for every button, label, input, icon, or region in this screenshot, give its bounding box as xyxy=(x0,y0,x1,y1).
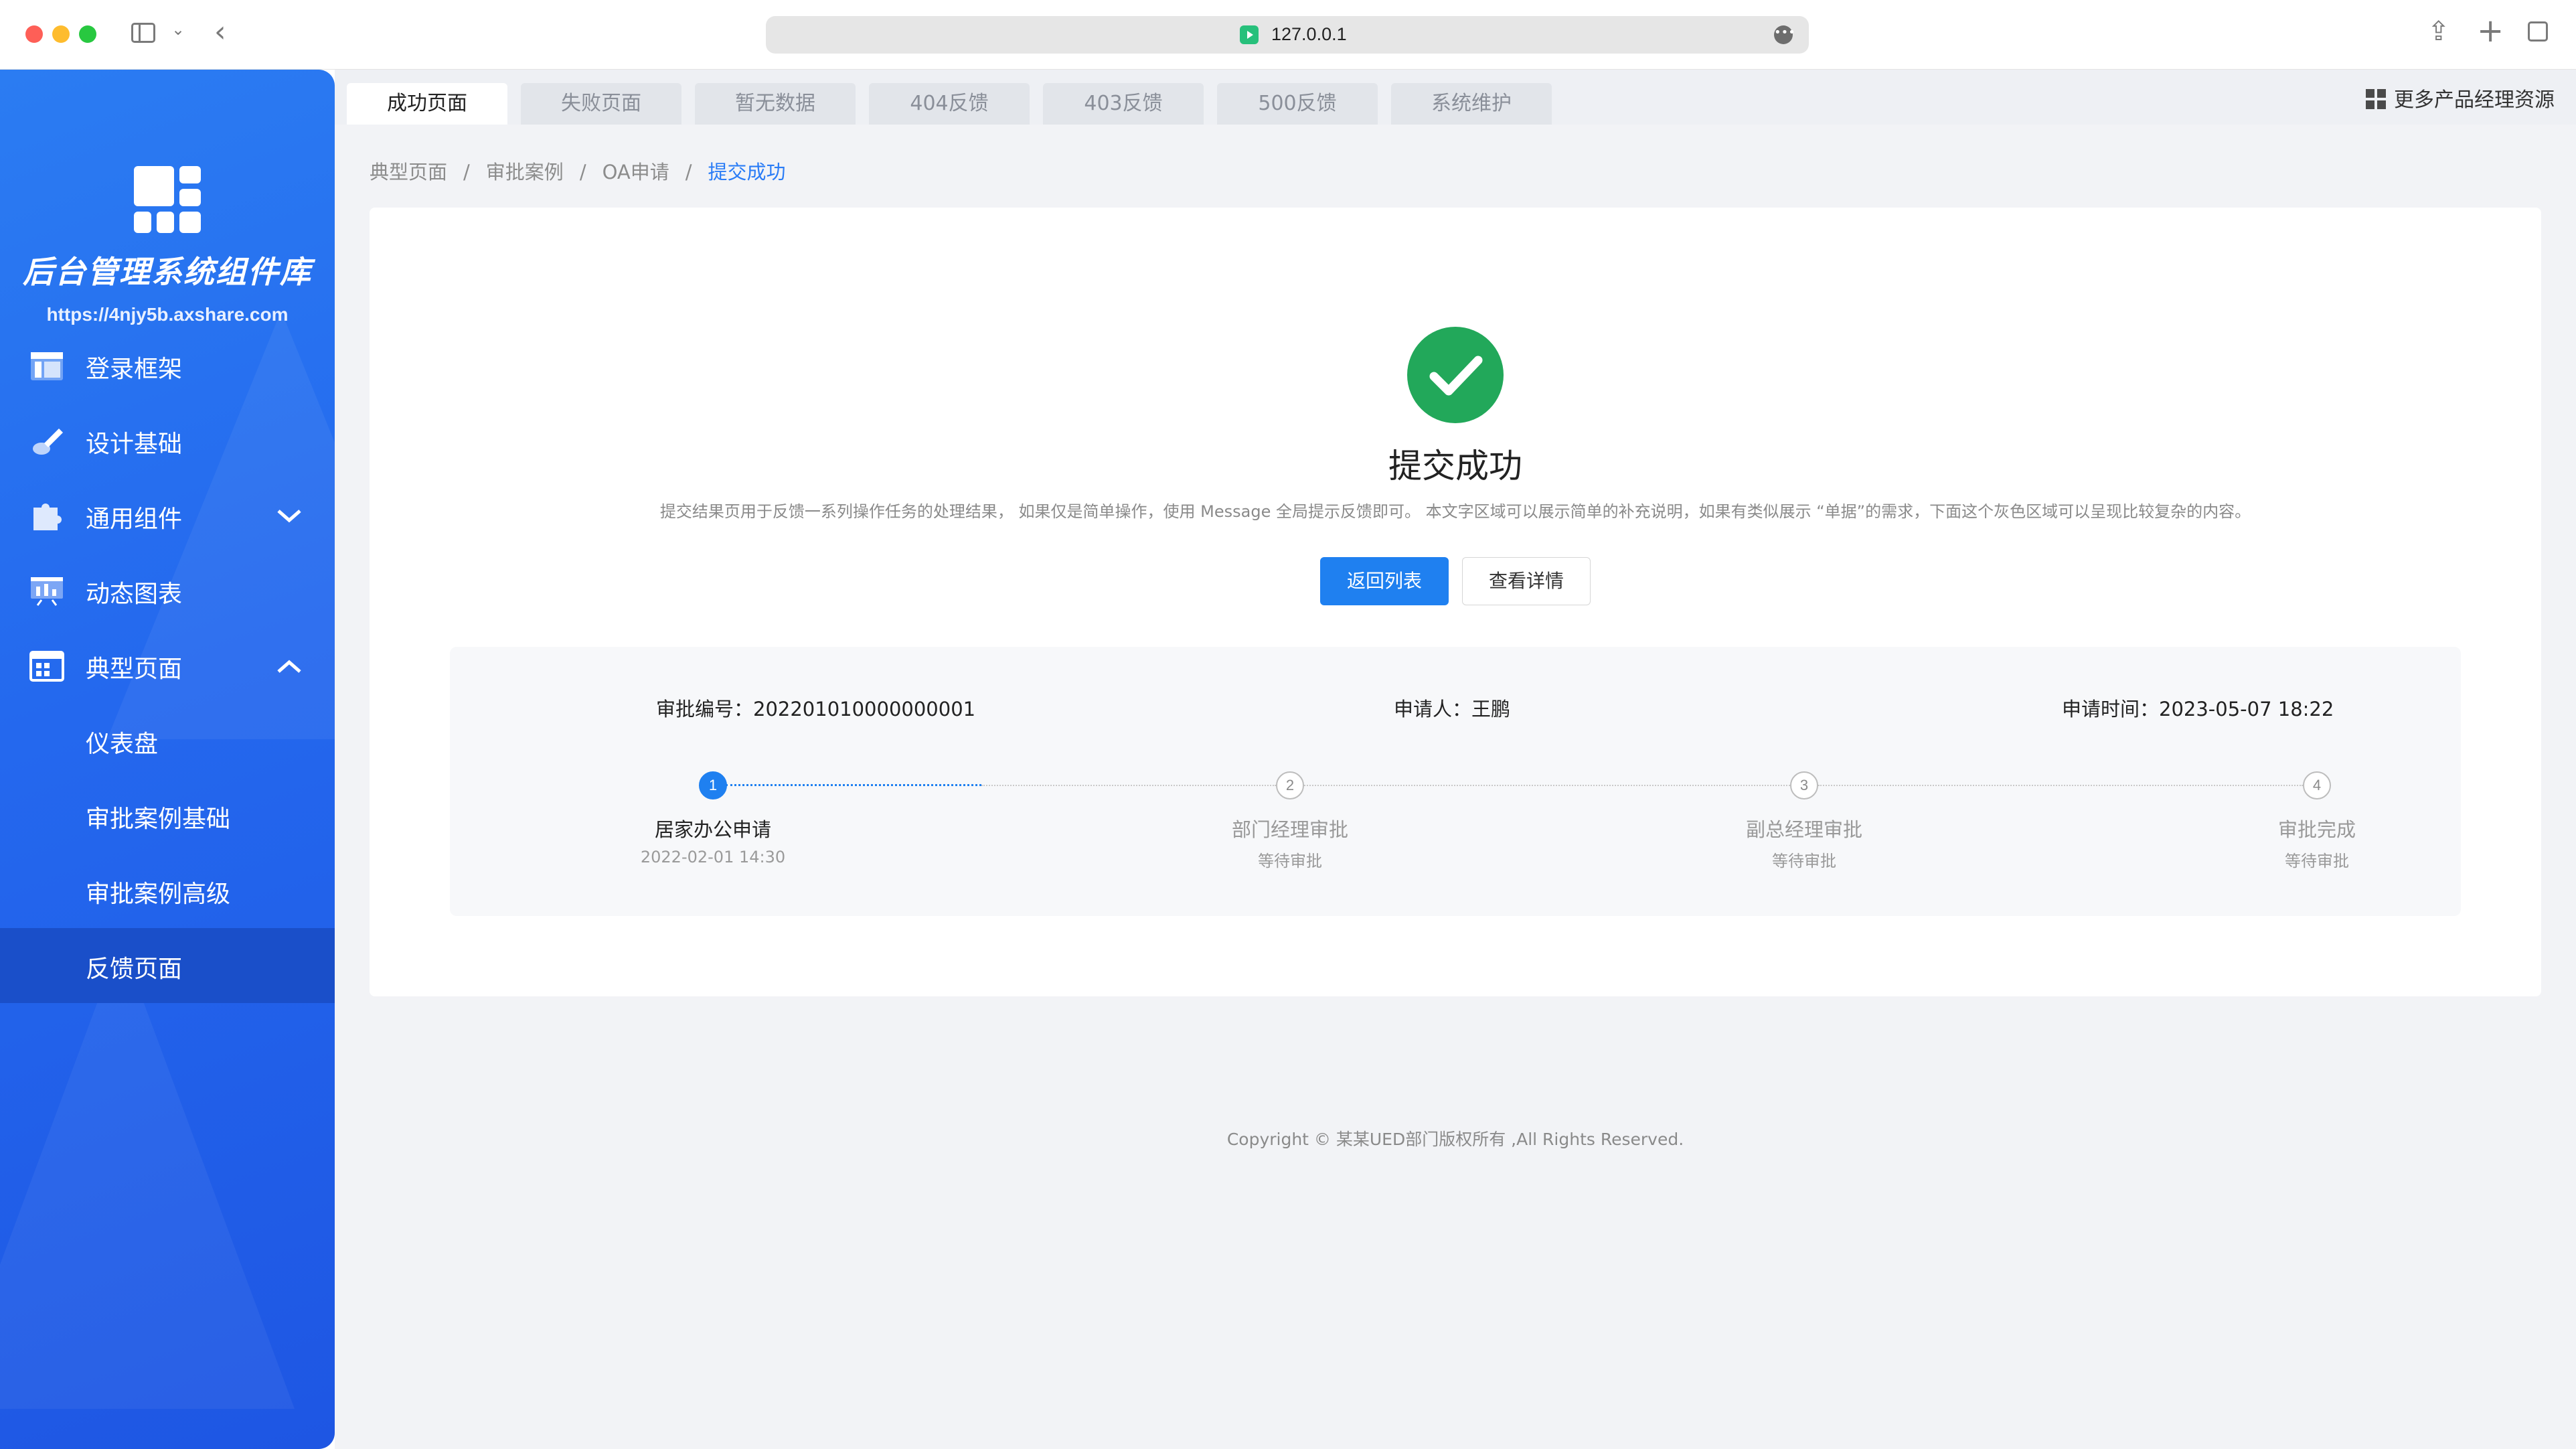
share-icon[interactable]: ⇪ xyxy=(2427,16,2450,47)
page-tabs: 成功页面 失败页面 暂无数据 404反馈 403反馈 500反馈 系统维护 更多… xyxy=(335,70,2576,125)
back-to-list-button[interactable]: 返回列表 xyxy=(1320,557,1449,605)
step-line xyxy=(981,785,1276,786)
step-2-indicator: 2 xyxy=(1276,771,1304,799)
breadcrumb: 典型页面 / 审批案例 / OA申请 / 提交成功 xyxy=(370,161,786,183)
nav-item-label: 动态图表 xyxy=(86,581,183,608)
sub-item-label: 审批案例高级 xyxy=(86,881,231,908)
minimize-window-button[interactable] xyxy=(52,25,70,43)
result-description: 提交结果页用于反馈一系列操作任务的处理结果， 如果仅是简单操作，使用 Messa… xyxy=(659,502,2251,521)
result-title: 提交成功 xyxy=(1388,447,1522,485)
step-progress-line xyxy=(726,784,981,786)
maximize-window-button[interactable] xyxy=(79,25,96,43)
approval-number: 审批编号：202201010000000001 xyxy=(656,698,976,720)
step-3-subtitle: 等待审批 xyxy=(1772,852,1836,870)
applicant: 申请人：王鹏 xyxy=(1394,698,1511,720)
breadcrumb-current: 提交成功 xyxy=(708,161,786,183)
back-icon[interactable]: ‹ xyxy=(214,15,226,49)
chart-board-icon xyxy=(29,576,64,607)
sidebar: 后台管理系统组件库 https://4njy5b.axshare.com 登录框… xyxy=(0,70,335,1449)
step-1-subtitle: 2022-02-01 14:30 xyxy=(640,848,786,866)
nav-item-label: 典型页面 xyxy=(86,656,183,683)
nav-item-dynamic-charts[interactable]: 动态图表 xyxy=(0,553,335,628)
tab-maintenance[interactable]: 系统维护 xyxy=(1391,83,1552,125)
step-4-indicator: 4 xyxy=(2303,771,2331,799)
puzzle-icon xyxy=(29,501,64,532)
nav-item-design-basics[interactable]: 设计基础 xyxy=(0,403,335,478)
brand-url: https://4njy5b.axshare.com xyxy=(46,304,289,325)
step-2-title: 部门经理审批 xyxy=(1231,818,1348,841)
sub-item-feedback-page[interactable]: 反馈页面 xyxy=(0,928,335,1003)
tab-overview-icon[interactable] xyxy=(2528,21,2548,42)
tab-no-data[interactable]: 暂无数据 xyxy=(695,83,856,125)
step-2-subtitle: 等待审批 xyxy=(1258,852,1322,870)
tab-403[interactable]: 403反馈 xyxy=(1043,83,1204,125)
success-check-icon xyxy=(1407,327,1504,423)
sub-item-label: 反馈页面 xyxy=(86,956,183,983)
main-content: 典型页面 / 审批案例 / OA申请 / 提交成功 提交成功 提交结果页用于反馈一系列操作任… xyxy=(335,125,2576,1449)
view-details-button[interactable]: 查看详情 xyxy=(1462,557,1591,605)
chevron-down-icon[interactable]: ⌄ xyxy=(171,20,185,39)
close-window-button[interactable] xyxy=(25,25,43,43)
chevron-up-icon[interactable] xyxy=(276,654,303,680)
nav-item-label: 登录框架 xyxy=(86,356,183,383)
apps-grid-icon xyxy=(2366,89,2386,109)
result-card: 提交成功 提交结果页用于反馈一系列操作任务的处理结果， 如果仅是简单操作，使用 … xyxy=(370,208,2541,996)
sub-item-label: 仪表盘 xyxy=(86,731,159,758)
tab-404[interactable]: 404反馈 xyxy=(869,83,1030,125)
layout-icon xyxy=(29,351,64,382)
site-favicon-icon xyxy=(1240,25,1259,44)
brand-title: 后台管理系统组件库 xyxy=(23,254,312,290)
sidebar-toggle-icon[interactable] xyxy=(131,23,155,43)
breadcrumb-item[interactable]: 审批案例 xyxy=(486,161,564,183)
chevron-down-icon[interactable] xyxy=(276,504,303,530)
step-4-title: 审批完成 xyxy=(2277,818,2356,841)
address-bar[interactable]: 127.0.0.1 ••• xyxy=(766,16,1809,54)
address-text: 127.0.0.1 xyxy=(1271,24,1347,44)
tab-failure[interactable]: 失败页面 xyxy=(521,83,681,125)
nav-item-common-components[interactable]: 通用组件 xyxy=(0,478,335,553)
more-icon[interactable]: ••• xyxy=(1774,25,1795,44)
step-1-title: 居家办公申请 xyxy=(654,818,771,841)
tab-success[interactable]: 成功页面 xyxy=(347,83,507,125)
footer-copyright: Copyright © 某某UED部门版权所有 ,All Rights Rese… xyxy=(1226,1130,1684,1149)
sub-item-label: 审批案例基础 xyxy=(86,806,231,833)
page-grid-icon xyxy=(29,651,64,682)
nav-item-label: 通用组件 xyxy=(86,506,183,533)
step-3-title: 副总经理审批 xyxy=(1745,818,1862,841)
nav-item-typical-pages[interactable]: 典型页面 xyxy=(0,628,335,703)
breadcrumb-item[interactable]: OA申请 xyxy=(602,161,669,183)
step-line xyxy=(1304,785,1790,786)
tab-500[interactable]: 500反馈 xyxy=(1217,83,1378,125)
browser-toolbar: ⌄ ‹ 127.0.0.1 ••• ⇪ + xyxy=(0,0,2576,70)
apply-time: 申请时间：2023-05-07 18:22 xyxy=(2062,698,2334,720)
step-3-indicator: 3 xyxy=(1790,771,1818,799)
breadcrumb-item[interactable]: 典型页面 xyxy=(370,161,447,183)
sub-item-dashboard[interactable]: 仪表盘 xyxy=(0,703,335,778)
nav-item-label: 设计基础 xyxy=(86,431,183,458)
sub-item-approval-basic[interactable]: 审批案例基础 xyxy=(0,778,335,853)
nav-item-login-frame[interactable]: 登录框架 xyxy=(0,328,335,403)
logo-icon xyxy=(134,166,201,233)
more-resources-label: 更多产品经理资源 xyxy=(2394,88,2555,112)
approval-detail-panel: 审批编号：202201010000000001 申请人：王鹏 申请时间：2023… xyxy=(450,647,2461,916)
step-line xyxy=(1818,785,2303,786)
sub-item-approval-advanced[interactable]: 审批案例高级 xyxy=(0,853,335,928)
more-resources-link[interactable]: 更多产品经理资源 xyxy=(2366,83,2555,112)
new-tab-icon[interactable]: + xyxy=(2477,12,2504,50)
step-4-subtitle: 等待审批 xyxy=(2285,852,2349,870)
step-1-indicator: 1 xyxy=(699,771,727,799)
brush-icon xyxy=(29,426,64,457)
